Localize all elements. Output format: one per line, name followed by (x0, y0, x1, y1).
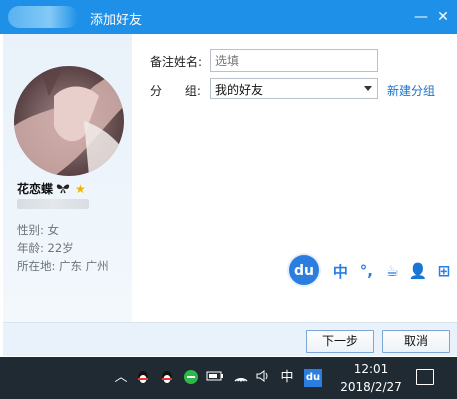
nickname: 花恋蝶 ★ (17, 180, 86, 197)
butterfly-icon (56, 184, 70, 194)
battery-icon[interactable] (206, 369, 224, 387)
account-id-blurred (17, 199, 89, 209)
ime-punctuation-icon[interactable]: °, (353, 262, 379, 280)
qq-penguin-icon[interactable] (134, 369, 152, 387)
window-title: 添加好友 (90, 13, 143, 28)
taskbar: ︿ 中 du 12:01 2018/2/27 (0, 357, 457, 399)
cancel-button[interactable]: 取消 (382, 330, 450, 353)
qq-penguin-icon[interactable] (158, 369, 176, 387)
avatar[interactable] (14, 66, 124, 176)
close-button[interactable]: ✕ (432, 6, 454, 28)
qq-logo-icon (8, 6, 78, 28)
clock-date: 2018/2/27 (340, 380, 402, 394)
group-select-value: 我的好友 (215, 83, 264, 97)
minimize-button[interactable]: — (410, 6, 432, 28)
ime-chinese-mode-icon[interactable]: 中 (327, 261, 353, 282)
star-icon: ★ (75, 181, 86, 196)
ime-language-indicator[interactable]: 中 (278, 369, 296, 387)
title-bar: 添加好友 — ✕ (0, 0, 457, 34)
ime-skin-icon[interactable]: ☕ (379, 262, 405, 280)
clock-time: 12:01 (353, 362, 389, 376)
gender-info: 性别: 女 (17, 223, 60, 237)
next-button[interactable]: 下一步 (306, 330, 374, 353)
nickname-text: 花恋蝶 (17, 182, 54, 196)
chevron-up-icon[interactable]: ︿ (112, 369, 130, 387)
remark-label: 备注姓名: (150, 55, 203, 69)
volume-icon[interactable] (254, 369, 272, 387)
wifi-icon[interactable] (232, 369, 250, 387)
profile-panel: 花恋蝶 ★ 性别: 女 年龄: 22岁 所在地: 广东 广州 (3, 34, 132, 322)
ime-toolbar-bar: 中 °, ☕ 👤 ⊞ (320, 257, 457, 285)
baidu-ime-logo-icon[interactable]: du (287, 253, 321, 287)
ime-user-icon[interactable]: 👤 (405, 262, 431, 280)
group-select[interactable]: 我的好友 (210, 78, 378, 99)
green-app-icon[interactable] (182, 369, 200, 387)
remark-input[interactable] (210, 49, 378, 72)
ime-toolbar: 中 °, ☕ 👤 ⊞ du (287, 252, 457, 288)
system-clock[interactable]: 12:01 2018/2/27 (336, 360, 406, 396)
notification-icon[interactable] (416, 369, 434, 385)
ime-menu-icon[interactable]: ⊞ (431, 262, 457, 280)
chevron-down-icon (364, 86, 372, 91)
group-label: 分 组: (150, 84, 201, 98)
location-info: 所在地: 广东 广州 (17, 259, 109, 273)
age-info: 年龄: 22岁 (17, 241, 74, 255)
new-group-link[interactable]: 新建分组 (387, 82, 435, 99)
baidu-ime-tray-icon[interactable]: du (304, 369, 322, 387)
